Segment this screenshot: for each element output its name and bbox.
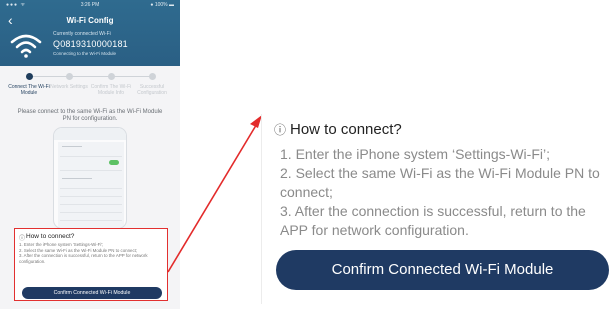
how-to-connect-highlight: ⓘ How to connect? 1. Enter the iPhone sy… <box>14 228 168 301</box>
screen: ●●● ᯤ 3:26 PM ● 100% ▬ ‹ Wi-Fi Config Cu… <box>0 0 613 309</box>
illustration-top <box>54 128 126 140</box>
step-label-4: Successful Configuration <box>137 84 167 96</box>
step-label-3: Confirm The Wi-Fi Module Info <box>90 84 132 96</box>
progress-steps: Connect The Wi-Fi Module Network Setting… <box>0 70 180 104</box>
step-dot-3 <box>108 73 115 80</box>
wifi-icon <box>10 34 42 58</box>
illustration-toggle <box>109 160 119 165</box>
info-icon: ⓘ <box>19 236 26 242</box>
illustration-row <box>60 152 122 157</box>
info-icon: ⓘ <box>274 123 287 137</box>
step-label-1: Connect The Wi-Fi Module <box>8 84 50 96</box>
how-to-connect-steps: 1. Enter the iPhone system ‘Settings-Wi-… <box>280 145 606 240</box>
illustration-line <box>62 146 82 147</box>
illustration-row <box>60 192 122 197</box>
connected-wifi-label: Currently connected Wi-Fi <box>53 31 111 37</box>
how-to-connect-title: How to connect? <box>26 233 75 240</box>
illustration-row <box>60 216 122 221</box>
settings-illustration <box>53 127 127 229</box>
illustration-row <box>60 208 122 213</box>
connect-instruction: Please connect to the same Wi-Fi as the … <box>17 109 163 122</box>
step-1-text: 1. Enter the iPhone system ‘Settings-Wi-… <box>280 146 550 162</box>
step-3-text: 3. After the connection is successful, r… <box>280 203 586 238</box>
step-dot-2 <box>66 73 73 80</box>
phone-header: ●●● ᯤ 3:26 PM ● 100% ▬ ‹ Wi-Fi Config Cu… <box>0 0 180 66</box>
step-2-text: 2. Select the same Wi-Fi as the Wi-Fi Mo… <box>280 165 600 200</box>
illustration-row <box>60 184 122 189</box>
how-to-connect-title: How to connect? <box>290 121 402 138</box>
step-label-2: Network Settings <box>50 84 88 90</box>
status-bar: ●●● ᯤ 3:26 PM ● 100% ▬ <box>0 0 180 10</box>
connected-wifi-id: Q0819310000181 <box>53 39 128 49</box>
battery-indicator: ● 100% ▬ <box>150 2 174 8</box>
confirm-connected-button[interactable]: Confirm Connected Wi-Fi Module <box>22 287 162 299</box>
illustration-row <box>60 166 122 171</box>
step-dot-4 <box>149 73 156 80</box>
how-to-connect-steps: 1. Enter the iPhone system 'Settings-Wi-… <box>19 242 148 264</box>
step-connector <box>30 76 154 77</box>
phone-screenshot: ●●● ᯤ 3:26 PM ● 100% ▬ ‹ Wi-Fi Config Cu… <box>0 0 180 309</box>
illustration-line <box>62 178 92 179</box>
zoomed-how-to-connect: ⓘ How to connect? 1. Enter the iPhone sy… <box>261 114 613 304</box>
illustration-screen <box>58 142 124 228</box>
illustration-row <box>60 200 122 205</box>
page-title: Wi-Fi Config <box>66 16 114 25</box>
confirm-connected-button[interactable]: Confirm Connected Wi-Fi Module <box>276 250 609 290</box>
connection-status: Connecting to the Wi-Fi Module <box>53 51 117 56</box>
step-dot-1 <box>26 73 33 80</box>
